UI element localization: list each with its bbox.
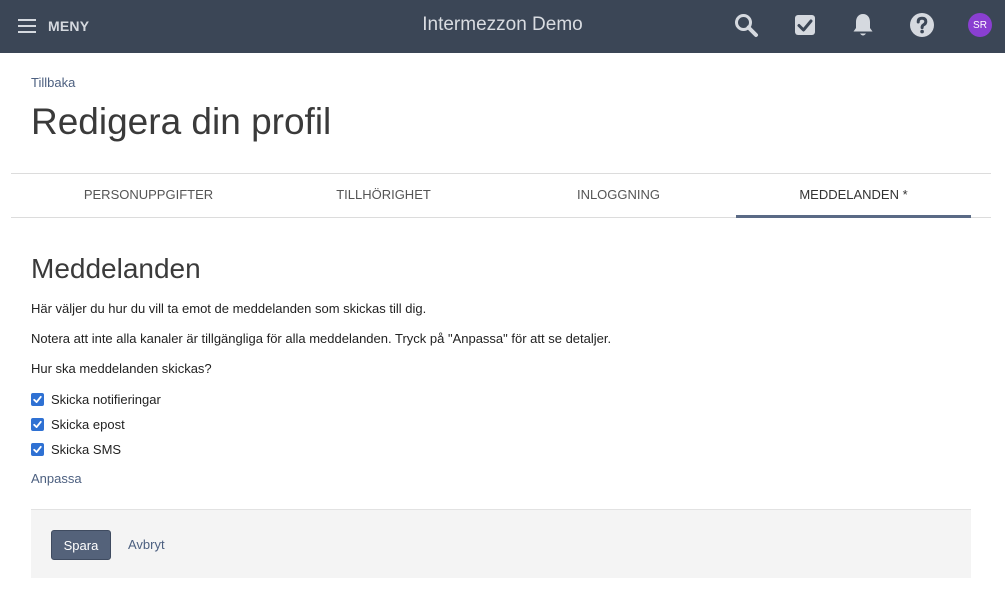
help-icon[interactable] (908, 11, 936, 39)
back-link[interactable]: Tillbaka (31, 75, 75, 90)
cancel-link[interactable]: Avbryt (128, 537, 165, 552)
hamburger-menu-icon (18, 19, 36, 33)
menu-label: MENY (48, 18, 90, 34)
form-actions: Spara Avbryt (31, 509, 971, 578)
save-button[interactable]: Spara (51, 530, 111, 560)
top-navigation-bar: MENY Intermezzon Demo SR (0, 0, 1005, 53)
option-label: Skicka epost (51, 416, 125, 432)
customize-link[interactable]: Anpassa (31, 471, 82, 486)
option-sms[interactable]: Skicka SMS (31, 440, 121, 458)
tab-inloggning[interactable]: INLOGGNING (501, 174, 736, 218)
intro-text: Här väljer du hur du vill ta emot de med… (31, 301, 427, 316)
option-label: Skicka SMS (51, 441, 122, 457)
checkbox-checked-icon[interactable] (31, 417, 44, 431)
tab-meddelanden[interactable]: MEDDELANDEN * (736, 174, 971, 218)
section-title: Meddelanden (31, 253, 201, 284)
search-icon[interactable] (732, 11, 760, 39)
tab-tillhorighet[interactable]: TILLHÖRIGHET (266, 174, 501, 218)
option-label: Skicka notifieringar (51, 391, 161, 407)
tasks-checkbox-icon[interactable] (791, 11, 819, 39)
profile-tabs: PERSONUPPGIFTER TILLHÖRIGHET INLOGGNING … (11, 173, 991, 218)
tab-personuppgifter[interactable]: PERSONUPPGIFTER (31, 174, 266, 218)
question-text: Hur ska meddelanden skickas? (31, 361, 212, 376)
checkbox-checked-icon[interactable] (31, 442, 44, 456)
bell-icon[interactable] (849, 11, 877, 39)
avatar[interactable]: SR (968, 13, 992, 37)
option-email[interactable]: Skicka epost (31, 415, 125, 433)
note-text: Notera att inte alla kanaler är tillgäng… (31, 331, 612, 346)
page-title: Redigera din profil (31, 101, 332, 142)
menu-button[interactable]: MENY (18, 14, 89, 38)
option-notifications[interactable]: Skicka notifieringar (31, 390, 161, 408)
checkbox-checked-icon[interactable] (31, 392, 44, 406)
